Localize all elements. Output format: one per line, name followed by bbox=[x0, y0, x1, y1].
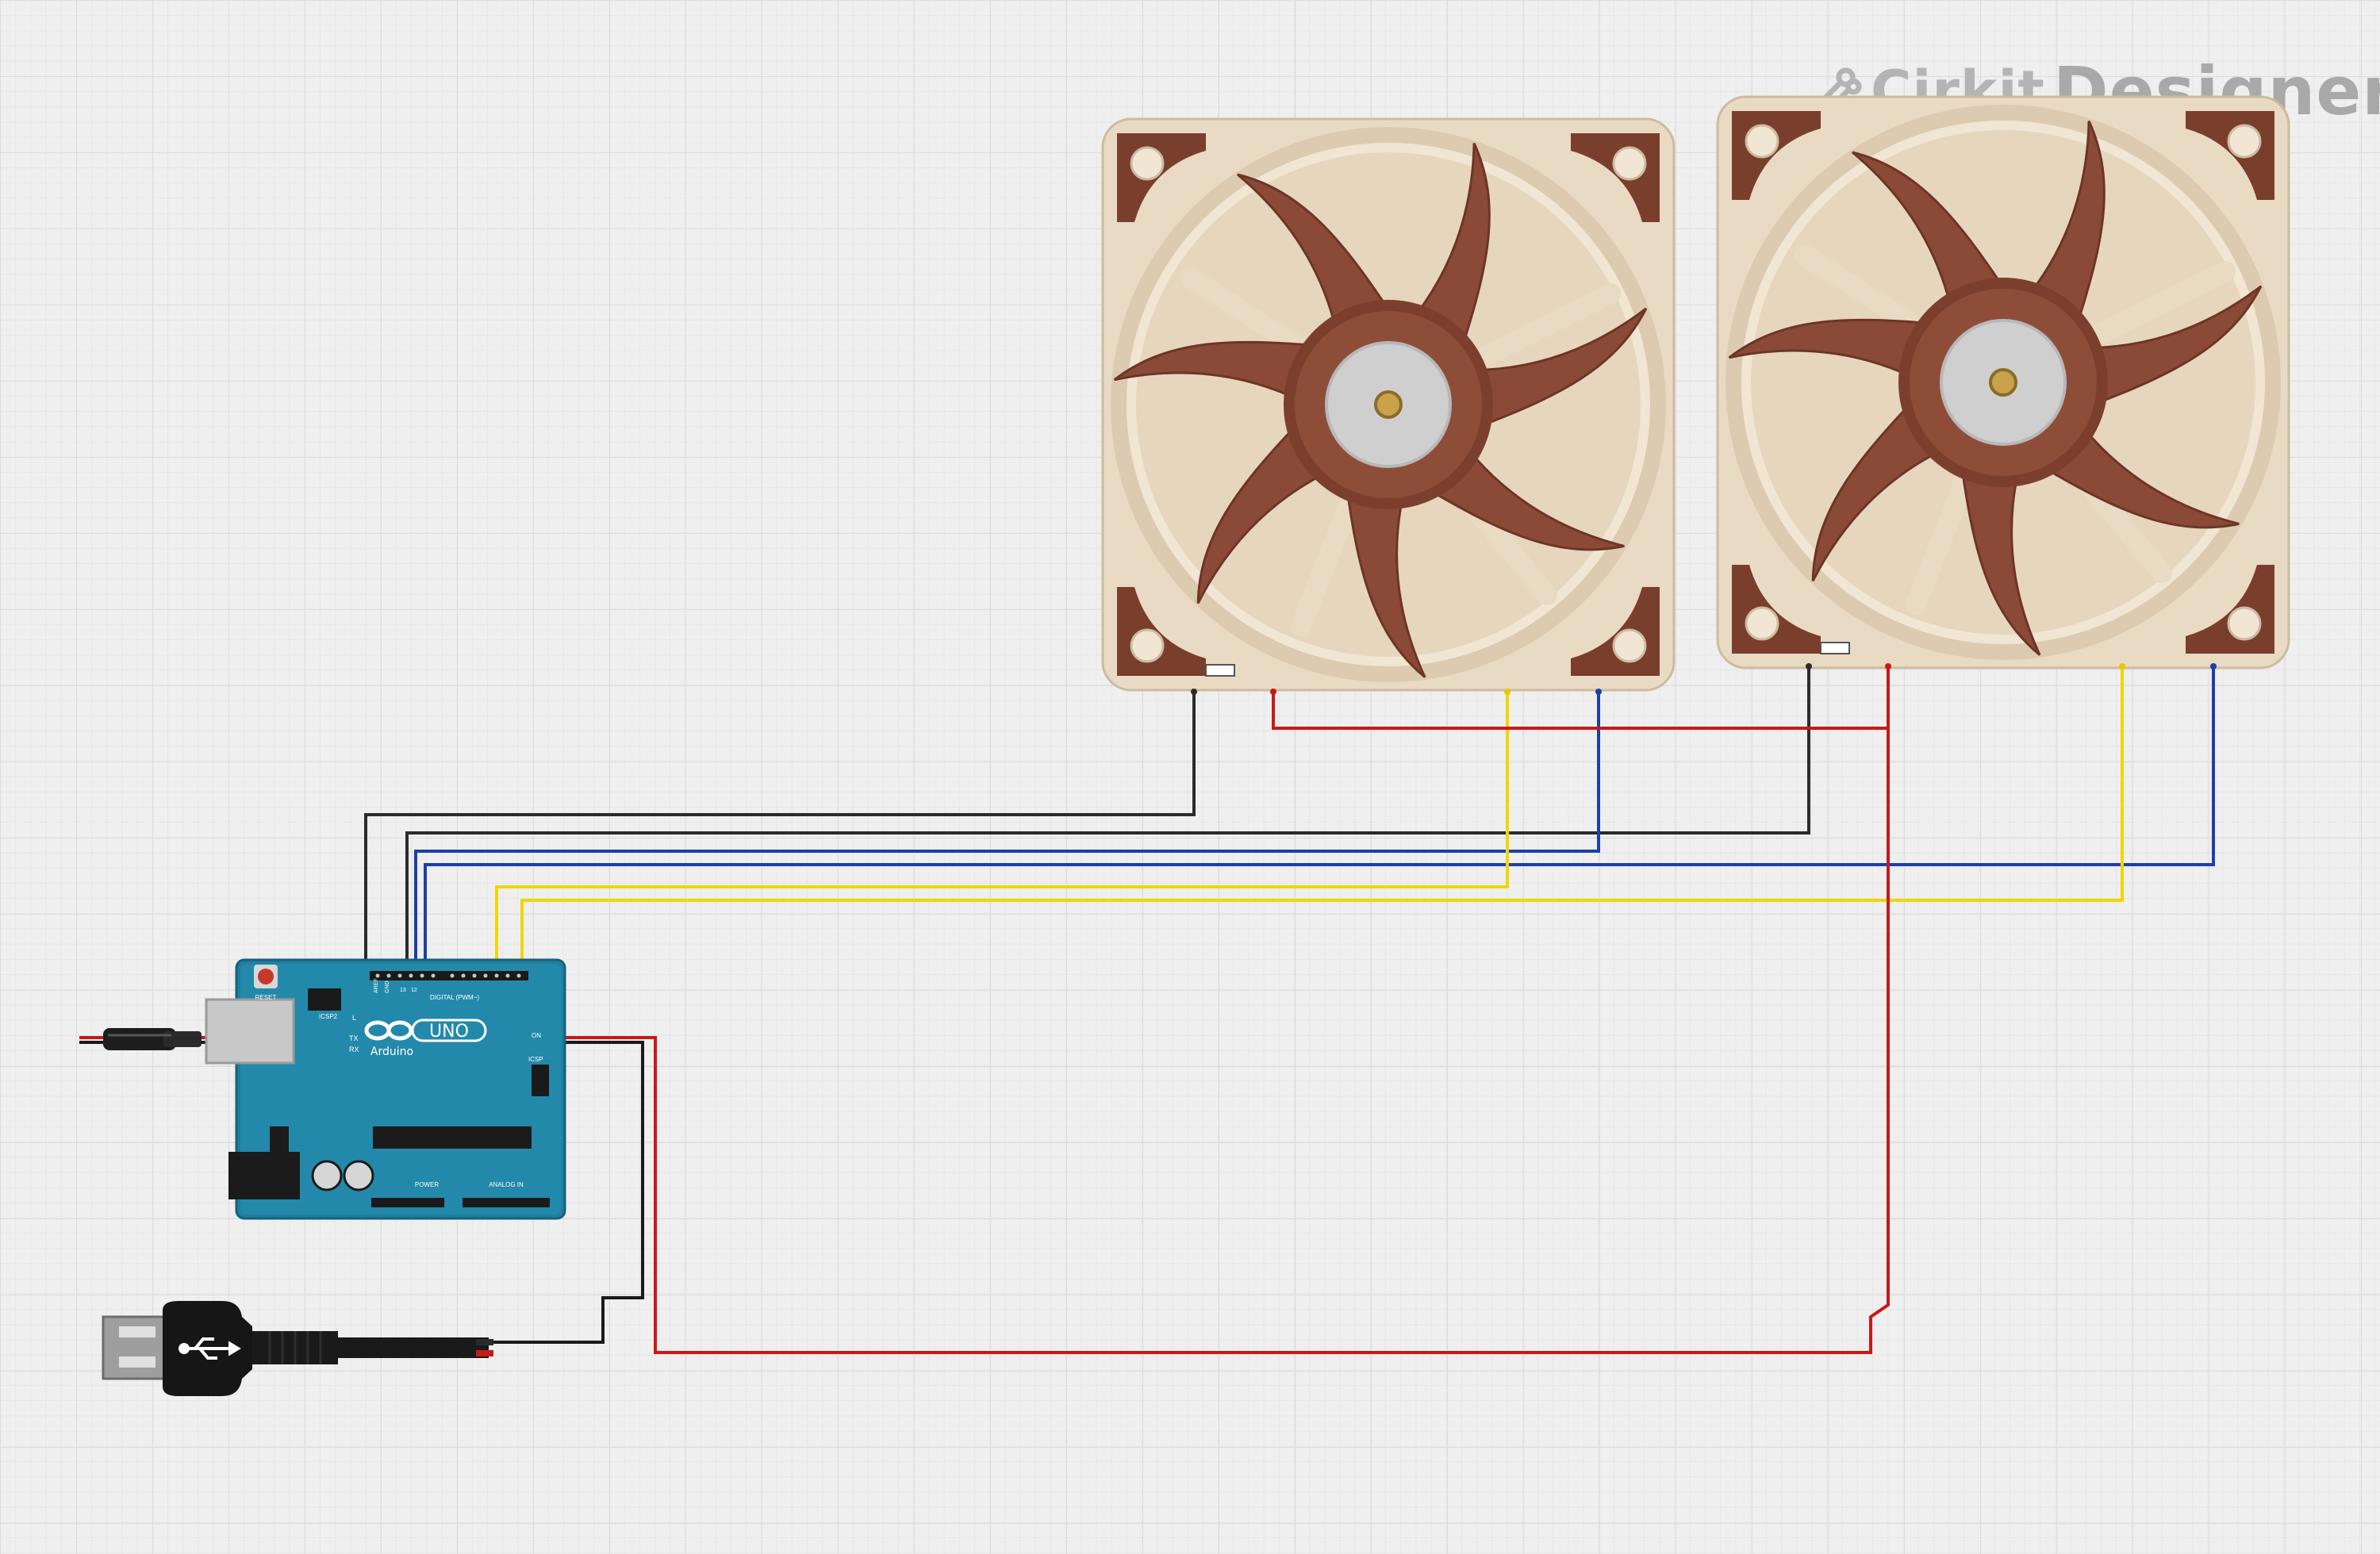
pin-aref-label: AREF bbox=[374, 978, 379, 993]
fan-2[interactable] bbox=[1718, 97, 2289, 668]
usb-cable[interactable] bbox=[102, 1301, 493, 1396]
reset-label: RESET bbox=[255, 994, 277, 1001]
icsp2-label: ICSP2 bbox=[319, 1013, 338, 1020]
digital-label: DIGITAL (PWM~) bbox=[430, 994, 479, 1001]
on-label: ON bbox=[532, 1032, 541, 1039]
wire-fan2-tach[interactable] bbox=[424, 669, 2215, 966]
board-uno-label: UNO bbox=[429, 1022, 469, 1042]
wire-fan1-tach[interactable] bbox=[414, 694, 1600, 966]
board-arduino-label: Arduino bbox=[370, 1046, 413, 1058]
pin-13-label: 13 bbox=[400, 988, 406, 993]
arduino-uno[interactable]: UNO Arduino RESET ICSP2 DIGITAL (PWM~) L… bbox=[205, 958, 566, 1220]
fan-1[interactable] bbox=[1103, 119, 1674, 690]
led-rx-label: RX bbox=[349, 1046, 359, 1053]
analog-label: ANALOG IN bbox=[489, 1181, 524, 1188]
led-tx-label: TX bbox=[349, 1034, 359, 1042]
inline-connector[interactable] bbox=[103, 1028, 202, 1050]
power-label: POWER bbox=[415, 1181, 439, 1188]
pin-12-label: 12 bbox=[411, 988, 417, 993]
icsp-right-label: ICSP bbox=[528, 1056, 543, 1063]
led-l-label: L bbox=[352, 1014, 356, 1022]
wire-fan1-gnd[interactable] bbox=[364, 694, 1196, 966]
wire-fan2-pwm[interactable] bbox=[520, 669, 2124, 966]
wire-fan1-pwm[interactable] bbox=[495, 694, 1509, 966]
circuit-canvas[interactable]: UNO Arduino RESET ICSP2 DIGITAL (PWM~) L… bbox=[0, 0, 2380, 1554]
pin-gnd-label: GND bbox=[385, 980, 390, 993]
